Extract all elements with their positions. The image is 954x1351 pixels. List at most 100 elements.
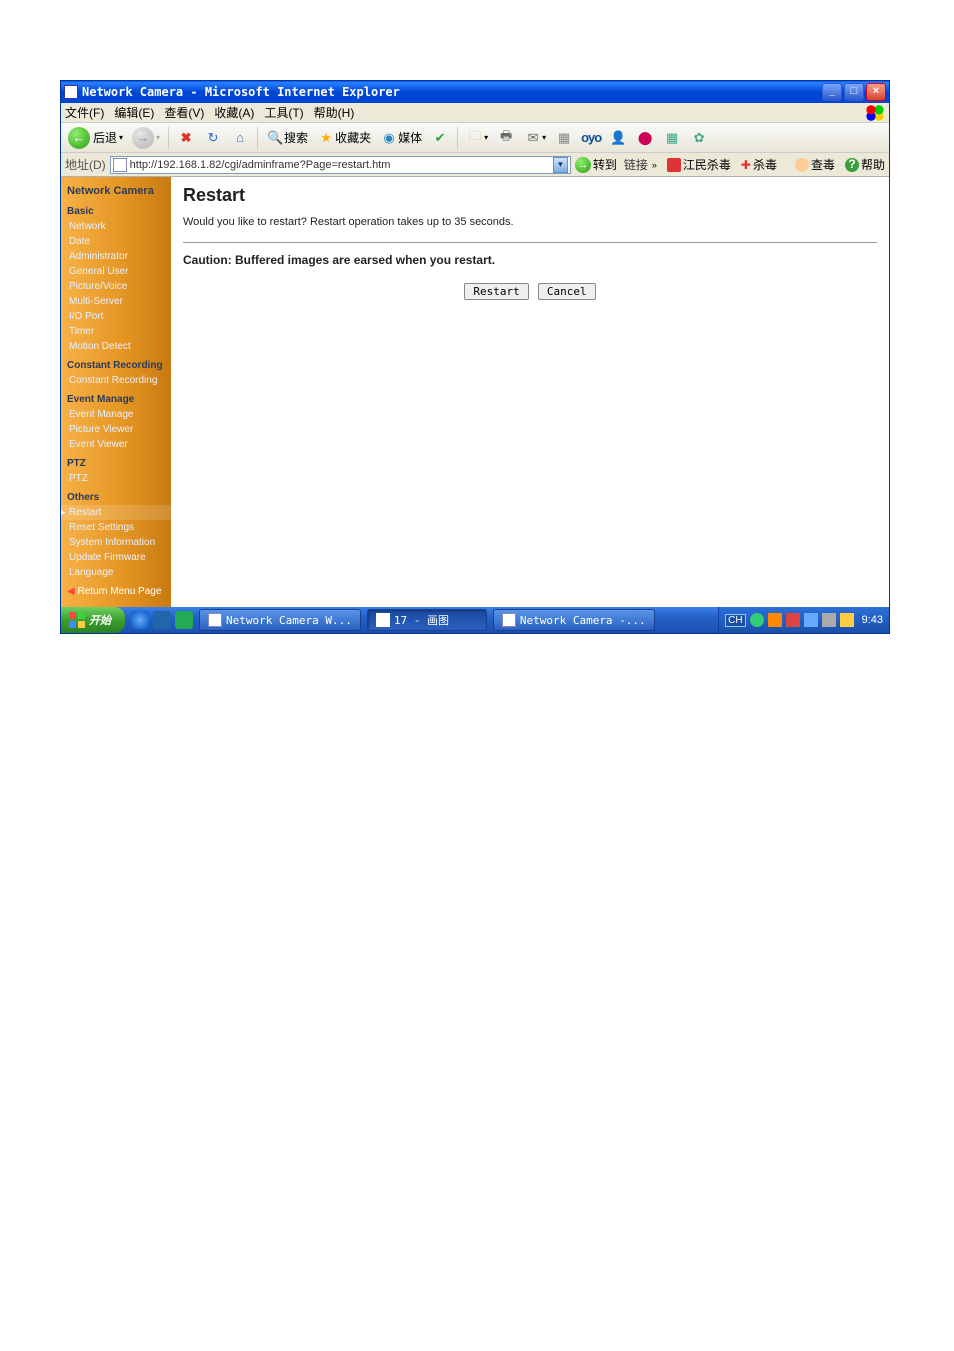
ext-link-3[interactable]: 查毒	[795, 156, 835, 173]
sidebar-item-update-firmware[interactable]: Update Firmware	[61, 550, 171, 565]
browser-window: Network Camera - Microsoft Internet Expl…	[60, 80, 890, 634]
taskbar-item-2-label: 17 - 画图	[394, 612, 449, 628]
sidebar-item-multi-server[interactable]: Multi-Server	[61, 294, 171, 309]
start-button[interactable]: 开始	[61, 607, 125, 633]
address-input[interactable]: http://192.168.1.82/cgi/adminframe?Page=…	[110, 156, 571, 174]
restart-prompt: Would you like to restart? Restart opera…	[183, 216, 877, 228]
minimize-button[interactable]: _	[822, 83, 842, 101]
close-button[interactable]: ×	[866, 83, 886, 101]
back-button[interactable]: ← 后退 ▾	[65, 127, 126, 149]
menu-file[interactable]: 文件(F)	[65, 104, 104, 121]
cancel-button[interactable]: Cancel	[538, 283, 596, 300]
oyo-button[interactable]: oyo	[579, 127, 603, 149]
home-button[interactable]: ⌂	[228, 127, 252, 149]
go-button[interactable]: → 转到	[575, 156, 617, 173]
tool-button-1[interactable]: ⬤	[633, 127, 657, 149]
page-heading: Restart	[183, 185, 877, 206]
sidebar-item-general-user[interactable]: General User	[61, 264, 171, 279]
taskbar-item-2[interactable]: 17 - 画图	[367, 609, 487, 631]
tool-icon-1: ⬤	[636, 129, 654, 147]
msn-button[interactable]: 👤	[606, 127, 630, 149]
sidebar-item-constant-recording[interactable]: Constant Recording	[61, 373, 171, 388]
clock[interactable]: 9:43	[862, 614, 883, 626]
sidebar-item-motion-detect[interactable]: Motion Detect	[61, 339, 171, 354]
separator	[168, 127, 169, 149]
sidebar-item-event-viewer[interactable]: Event Viewer	[61, 437, 171, 452]
lang-indicator[interactable]: CH	[725, 614, 745, 627]
sidebar-item-reset-settings[interactable]: Reset Settings	[61, 520, 171, 535]
links-label[interactable]: 链接	[624, 156, 648, 173]
sidebar-item-timer[interactable]: Timer	[61, 324, 171, 339]
history-button[interactable]: ✔	[428, 127, 452, 149]
sidebar-return-link[interactable]: Return Menu Page	[61, 580, 171, 599]
doc-icon	[208, 613, 222, 627]
tool-button-3[interactable]: ✿	[687, 127, 711, 149]
tray-icon-5[interactable]	[822, 613, 836, 627]
taskbar: 开始 Network Camera W... 17 - 画图 Network C…	[61, 607, 889, 633]
tray-icon-3[interactable]	[786, 613, 800, 627]
menu-tools[interactable]: 工具(T)	[264, 104, 303, 121]
ql-desktop-icon[interactable]	[153, 611, 171, 629]
ql-app-icon[interactable]	[175, 611, 193, 629]
mail-button[interactable]: ✉▾	[521, 127, 549, 149]
menu-favorites[interactable]: 收藏(A)	[214, 104, 254, 121]
address-label: 地址(D)	[65, 156, 106, 173]
sidebar-item-system-information[interactable]: System Information	[61, 535, 171, 550]
taskbar-item-1[interactable]: Network Camera W...	[199, 609, 361, 631]
media-label: 媒体	[398, 129, 422, 146]
menubar: 文件(F) 编辑(E) 查看(V) 收藏(A) 工具(T) 帮助(H)	[61, 103, 889, 123]
sidebar-item-picture-voice[interactable]: Picture/Voice	[61, 279, 171, 294]
search-icon: 🔍	[266, 129, 284, 147]
search-button[interactable]: 🔍 搜索	[263, 127, 311, 149]
star-icon: ★	[317, 129, 335, 147]
media-button[interactable]: ◉ 媒体	[377, 127, 425, 149]
menu-view[interactable]: 查看(V)	[164, 104, 204, 121]
stop-button[interactable]: ✖	[174, 127, 198, 149]
sidebar-item-administrator[interactable]: Administrator	[61, 249, 171, 264]
ie-small-icon	[502, 613, 516, 627]
content: Network Camera Basic Network Date Admini…	[61, 177, 889, 607]
mail-icon: ✉	[524, 129, 542, 147]
tray-icon-1[interactable]	[750, 613, 764, 627]
taskbar-item-1-label: Network Camera W...	[226, 614, 352, 627]
forward-button[interactable]: → ▾	[129, 127, 163, 149]
ext-link-3-label: 查毒	[811, 156, 835, 173]
oyo-icon: oyo	[582, 129, 600, 147]
restart-button[interactable]: Restart	[464, 283, 528, 300]
address-dropdown[interactable]: ▾	[553, 157, 568, 173]
ext-link-2[interactable]: ✚ 杀毒	[741, 156, 777, 173]
antivirus-icon	[667, 158, 681, 172]
favorites-button[interactable]: ★ 收藏夹	[314, 127, 374, 149]
sidebar-item-picture-viewer[interactable]: Picture Viewer	[61, 422, 171, 437]
edit-icon: ▦	[555, 129, 573, 147]
button-row: Restart Cancel	[183, 283, 877, 300]
sidebar-item-network[interactable]: Network	[61, 219, 171, 234]
ql-ie-icon[interactable]	[131, 611, 149, 629]
ext-link-1[interactable]: 江民杀毒	[667, 156, 731, 173]
refresh-button[interactable]: ↻	[201, 127, 225, 149]
tool-button-2[interactable]: ▦	[660, 127, 684, 149]
sidebar-item-event-manage[interactable]: Event Manage	[61, 407, 171, 422]
favorites-label: 收藏夹	[335, 129, 371, 146]
taskbar-item-3[interactable]: Network Camera -...	[493, 609, 655, 631]
ext-link-4[interactable]: ? 帮助	[845, 156, 885, 173]
tray-icon-4[interactable]	[804, 613, 818, 627]
menu-help[interactable]: 帮助(H)	[314, 104, 355, 121]
plus-icon: ✚	[741, 158, 751, 172]
maximize-button[interactable]: □	[844, 83, 864, 101]
divider	[183, 242, 877, 243]
menu-edit[interactable]: 编辑(E)	[114, 104, 154, 121]
caution-text: Caution: Buffered images are earsed when…	[183, 253, 877, 267]
sidebar-item-date[interactable]: Date	[61, 234, 171, 249]
address-bar: 地址(D) http://192.168.1.82/cgi/adminframe…	[61, 153, 889, 177]
sidebar-item-language[interactable]: Language	[61, 565, 171, 580]
sidebar-item-restart[interactable]: Restart	[61, 505, 171, 520]
print-button[interactable]: 🖶	[494, 127, 518, 149]
tray-icon-6[interactable]	[840, 613, 854, 627]
folder-button[interactable]: 🗀▾	[463, 127, 491, 149]
sidebar-item-ptz[interactable]: PTZ	[61, 471, 171, 486]
back-icon: ←	[68, 127, 90, 149]
sidebar-item-io-port[interactable]: I/O Port	[61, 309, 171, 324]
tray-icon-2[interactable]	[768, 613, 782, 627]
edit-button[interactable]: ▦	[552, 127, 576, 149]
